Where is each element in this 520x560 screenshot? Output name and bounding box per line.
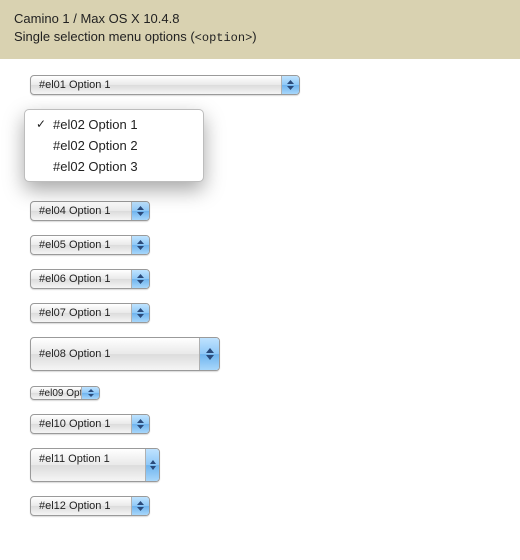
chevron-up-icon xyxy=(137,274,144,278)
select-el06-stepper[interactable] xyxy=(131,270,149,288)
select-el08-stepper[interactable] xyxy=(199,338,219,370)
select-el05-label: #el05 Option 1 xyxy=(31,236,131,254)
chevron-down-icon xyxy=(137,425,144,429)
chevron-down-icon xyxy=(88,394,94,397)
select-el06-label: #el06 Option 1 xyxy=(31,270,131,288)
dropdown-el02-option-2[interactable]: #el02 Option 2 xyxy=(25,135,203,156)
select-el07-stepper[interactable] xyxy=(131,304,149,322)
row-el09: #el09 Option 1 xyxy=(30,385,520,401)
select-el11-stepper[interactable] xyxy=(145,449,159,481)
chevron-down-icon xyxy=(150,466,156,470)
row-el12: #el12 Option 1 xyxy=(30,496,520,516)
select-el12-stepper[interactable] xyxy=(131,497,149,515)
select-el09[interactable]: #el09 Option 1 xyxy=(30,386,100,400)
select-el07[interactable]: #el07 Option 1 xyxy=(30,303,150,323)
chevron-up-icon xyxy=(206,348,214,353)
select-el10[interactable]: #el10 Option 1 xyxy=(30,414,150,434)
check-icon: ✓ xyxy=(35,117,47,131)
chevron-up-icon xyxy=(137,501,144,505)
select-el04-label: #el04 Option 1 xyxy=(31,202,131,220)
chevron-up-icon xyxy=(137,419,144,423)
chevron-up-icon xyxy=(88,389,94,392)
select-el04[interactable]: #el04 Option 1 xyxy=(30,201,150,221)
select-el08-label: #el08 Option 1 xyxy=(31,338,199,370)
select-el01[interactable]: #el01 Option 1 xyxy=(30,75,300,95)
select-el11-label: #el11 Option 1 xyxy=(31,449,145,481)
select-el07-label: #el07 Option 1 xyxy=(31,304,131,322)
select-el09-stepper[interactable] xyxy=(81,387,99,399)
chevron-down-icon xyxy=(137,507,144,511)
select-el05[interactable]: #el05 Option 1 xyxy=(30,235,150,255)
row-el02: ✓ #el02 Option 1 #el02 Option 2 #el02 Op… xyxy=(30,109,520,187)
chevron-up-icon xyxy=(137,206,144,210)
select-el10-stepper[interactable] xyxy=(131,415,149,433)
chevron-up-icon xyxy=(150,460,156,464)
chevron-down-icon xyxy=(137,314,144,318)
header: Camino 1 / Max OS X 10.4.8 Single select… xyxy=(0,0,520,59)
select-el08[interactable]: #el08 Option 1 xyxy=(30,337,220,371)
content: #el01 Option 1 ✓ #el02 Option 1 #el02 Op… xyxy=(0,59,520,560)
row-el01: #el01 Option 1 xyxy=(30,75,520,95)
select-el05-stepper[interactable] xyxy=(131,236,149,254)
header-subtitle: Single selection menu options (<option>) xyxy=(14,28,506,47)
row-el04: #el04 Option 1 xyxy=(30,201,520,221)
dropdown-el02-option-3-label: #el02 Option 3 xyxy=(53,159,138,174)
row-el07: #el07 Option 1 xyxy=(30,303,520,323)
dropdown-el02-option-1-label: #el02 Option 1 xyxy=(53,117,138,132)
header-subtitle-prefix: Single selection menu options ( xyxy=(14,29,195,44)
chevron-down-icon xyxy=(137,212,144,216)
chevron-up-icon xyxy=(137,308,144,312)
select-el12-label: #el12 Option 1 xyxy=(31,497,131,515)
select-el11[interactable]: #el11 Option 1 xyxy=(30,448,160,482)
header-subtitle-code: <option> xyxy=(195,31,253,45)
row-el08: #el08 Option 1 xyxy=(30,337,520,371)
header-subtitle-suffix: ) xyxy=(252,29,256,44)
chevron-down-icon xyxy=(287,86,294,90)
select-el12[interactable]: #el12 Option 1 xyxy=(30,496,150,516)
row-el05: #el05 Option 1 xyxy=(30,235,520,255)
select-el09-label: #el09 Option 1 xyxy=(31,387,81,399)
chevron-down-icon xyxy=(137,246,144,250)
dropdown-el02-option-3[interactable]: #el02 Option 3 xyxy=(25,156,203,177)
select-el06[interactable]: #el06 Option 1 xyxy=(30,269,150,289)
select-el01-stepper[interactable] xyxy=(281,76,299,94)
chevron-up-icon xyxy=(137,240,144,244)
select-el01-label: #el01 Option 1 xyxy=(31,76,281,94)
chevron-up-icon xyxy=(287,80,294,84)
dropdown-el02-option-2-label: #el02 Option 2 xyxy=(53,138,138,153)
chevron-down-icon xyxy=(137,280,144,284)
select-el10-label: #el10 Option 1 xyxy=(31,415,131,433)
chevron-down-icon xyxy=(206,355,214,360)
dropdown-el02-option-1[interactable]: ✓ #el02 Option 1 xyxy=(25,114,203,135)
row-el06: #el06 Option 1 xyxy=(30,269,520,289)
dropdown-el02[interactable]: ✓ #el02 Option 1 #el02 Option 2 #el02 Op… xyxy=(24,109,204,182)
select-el04-stepper[interactable] xyxy=(131,202,149,220)
row-el11: #el11 Option 1 xyxy=(30,448,520,482)
row-el10: #el10 Option 1 xyxy=(30,414,520,434)
header-title: Camino 1 / Max OS X 10.4.8 xyxy=(14,10,506,28)
